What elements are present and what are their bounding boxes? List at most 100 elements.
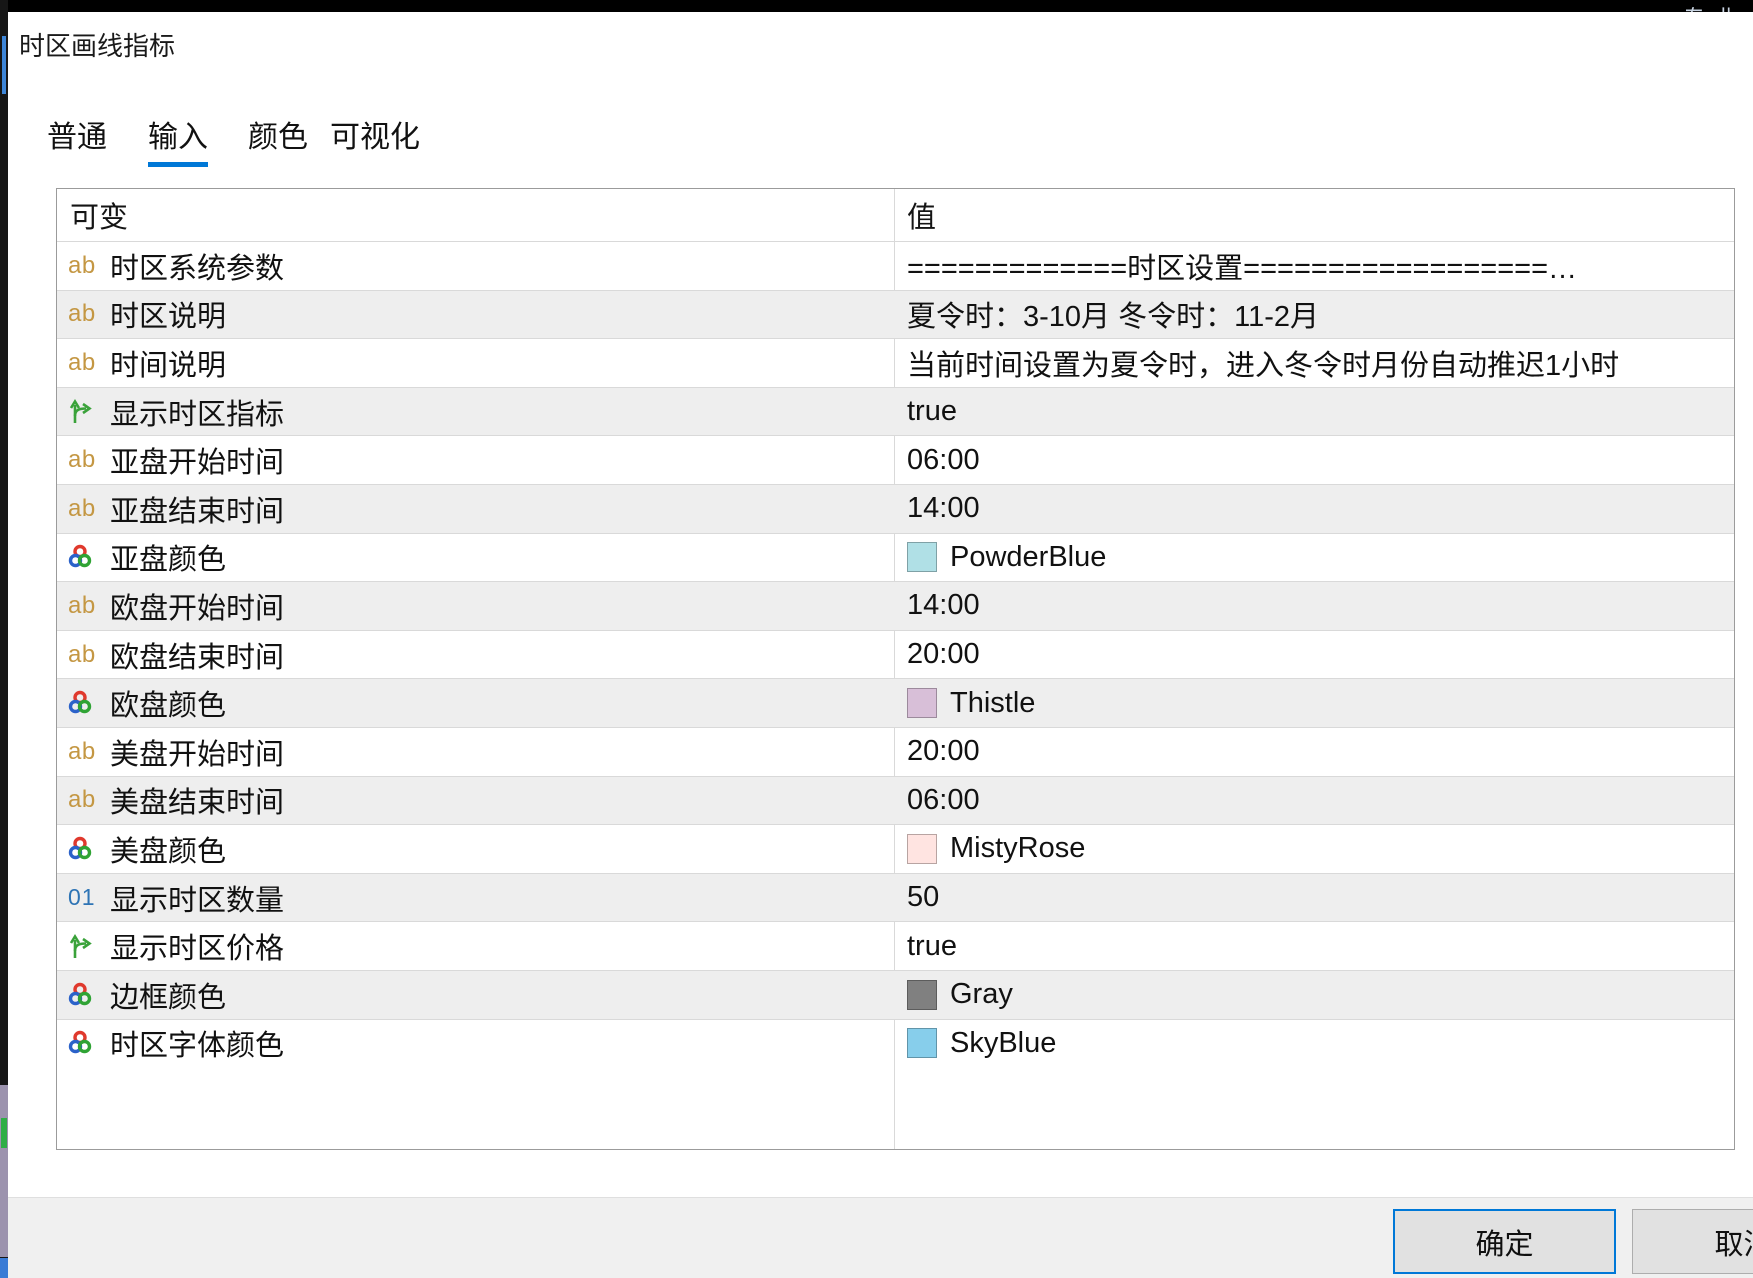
variable-cell: 01显示时区数量 <box>57 874 894 922</box>
background-edge-artifact <box>0 1258 8 1278</box>
boolean-arrow-icon <box>68 933 101 960</box>
color-wheel-icon <box>68 1030 101 1056</box>
color-swatch <box>907 1028 937 1058</box>
table-row[interactable]: ab 时间说明 当前时间设置为夏令时，进入冬令时月份自动推迟1小时 <box>57 338 1734 387</box>
variable-cell: 亚盘颜色 <box>57 534 894 582</box>
table-row[interactable]: ab 欧盘结束时间 20:00 <box>57 630 1734 679</box>
value-cell[interactable]: true <box>894 922 1734 970</box>
color-swatch <box>907 980 937 1010</box>
color-wheel-icon <box>68 836 101 862</box>
param-label: 显示时区价格 <box>110 925 284 967</box>
column-header-variable: 可变 <box>57 194 894 236</box>
param-label: 显示时区指标 <box>110 391 284 433</box>
table-row[interactable]: 显示时区指标 true <box>57 387 1734 436</box>
variable-cell: ab美盘结束时间 <box>57 777 894 825</box>
string-param-icon: ab <box>68 495 101 523</box>
param-value: true <box>907 395 957 428</box>
tab-visualization[interactable]: 可视化 <box>330 112 420 162</box>
value-cell[interactable]: SkyBlue <box>894 1020 1734 1068</box>
param-label: 美盘颜色 <box>110 828 226 870</box>
table-row[interactable]: ab美盘开始时间20:00 <box>57 727 1734 776</box>
string-param-icon: ab <box>68 641 101 669</box>
param-label: 显示时区数量 <box>110 877 284 919</box>
param-label: 欧盘结束时间 <box>110 634 284 676</box>
variable-cell: ab时区说明 <box>57 291 894 339</box>
indicator-settings-dialog: 时区画线指标 普通 输入 颜色 可视化 可变 值 ab 时区系统参数 =======… <box>8 12 1753 1278</box>
tab-colors[interactable]: 颜色 <box>248 112 308 162</box>
table-row[interactable]: 美盘颜色 MistyRose <box>57 824 1734 873</box>
value-cell[interactable]: PowderBlue <box>894 534 1734 582</box>
boolean-arrow-icon <box>68 398 101 425</box>
value-cell[interactable]: =============时区设置==================… <box>894 242 1734 290</box>
table-row[interactable]: 显示时区价格 true <box>57 921 1734 970</box>
table-row[interactable]: ab美盘结束时间 06:00 <box>57 776 1734 825</box>
background-edge-artifact <box>1 1118 7 1148</box>
value-cell[interactable]: 14:00 <box>894 485 1734 533</box>
param-value: SkyBlue <box>950 1027 1056 1060</box>
dialog-title: 时区画线指标 <box>19 26 175 63</box>
param-label: 时间说明 <box>110 342 226 384</box>
table-row[interactable]: 边框颜色Gray <box>57 970 1734 1019</box>
background-app-edge <box>0 0 8 1278</box>
value-cell[interactable]: 20:00 <box>894 728 1734 776</box>
string-param-icon: ab <box>68 300 101 328</box>
param-label: 时区系统参数 <box>110 245 284 287</box>
value-cell[interactable]: 06:00 <box>894 777 1734 825</box>
value-cell[interactable]: 20:00 <box>894 631 1734 679</box>
variable-cell: 欧盘颜色 <box>57 679 894 727</box>
table-row[interactable]: ab时区系统参数=============时区设置===============… <box>57 241 1734 290</box>
table-row[interactable]: ab亚盘结束时间 14:00 <box>57 484 1734 533</box>
table-row[interactable]: 亚盘颜色 PowderBlue <box>57 533 1734 582</box>
param-value: 当前时间设置为夏令时，进入冬令时月份自动推迟1小时 <box>907 342 1619 384</box>
variable-cell: ab亚盘结束时间 <box>57 485 894 533</box>
param-value: 06:00 <box>907 784 980 817</box>
table-row[interactable]: 时区字体颜色 SkyBlue <box>57 1019 1734 1068</box>
param-value: 50 <box>907 881 939 914</box>
string-param-icon: ab <box>68 349 101 377</box>
variable-cell: 显示时区指标 <box>57 388 894 436</box>
table-row[interactable]: 欧盘颜色 Thistle <box>57 678 1734 727</box>
variable-cell: 美盘颜色 <box>57 825 894 873</box>
tab-common[interactable]: 普通 <box>47 112 107 162</box>
param-table-body: ab 时区系统参数 =============时区设置===============… <box>57 241 1734 1067</box>
param-value: Gray <box>950 978 1013 1011</box>
tab-inputs[interactable]: 输入 <box>148 112 208 167</box>
param-value: true <box>907 930 957 963</box>
value-cell[interactable]: 14:00 <box>894 582 1734 630</box>
value-cell[interactable]: Thistle <box>894 679 1734 727</box>
cancel-button[interactable]: 取消 <box>1632 1209 1753 1274</box>
ok-button[interactable]: 确定 <box>1393 1209 1616 1274</box>
table-header-row: 可变 值 <box>57 189 1734 241</box>
param-label: 时区字体颜色 <box>110 1022 284 1064</box>
param-label: 亚盘开始时间 <box>110 439 284 481</box>
variable-cell: 时区字体颜色 <box>57 1020 894 1068</box>
param-value: 06:00 <box>907 444 980 477</box>
value-cell[interactable]: 06:00 <box>894 436 1734 484</box>
color-wheel-icon <box>68 690 101 716</box>
param-value: Thistle <box>950 687 1035 720</box>
param-value: 14:00 <box>907 492 980 525</box>
param-value: 20:00 <box>907 735 980 768</box>
background-app-titlebar: 专业 <box>0 0 1753 12</box>
table-row[interactable]: ab时区说明夏令时：3-10月 冬令时：11-2月 <box>57 290 1734 339</box>
background-edge-artifact <box>2 36 6 94</box>
table-row[interactable]: ab 亚盘开始时间 06:00 <box>57 435 1734 484</box>
variable-cell: ab 时间说明 <box>57 339 894 387</box>
string-param-icon: ab <box>68 446 101 474</box>
value-cell[interactable]: MistyRose <box>894 825 1734 873</box>
value-cell[interactable]: Gray <box>894 971 1734 1019</box>
table-row[interactable]: ab欧盘开始时间14:00 <box>57 581 1734 630</box>
background-edge-artifact <box>0 1085 8 1257</box>
value-cell[interactable]: 夏令时：3-10月 冬令时：11-2月 <box>894 291 1734 339</box>
value-cell[interactable]: true <box>894 388 1734 436</box>
param-value: PowderBlue <box>950 541 1106 574</box>
table-row[interactable]: 01显示时区数量 50 <box>57 873 1734 922</box>
variable-cell: 显示时区价格 <box>57 922 894 970</box>
string-param-icon: ab <box>68 786 101 814</box>
background-app-text-fragment: 专业 <box>1683 1 1747 12</box>
value-cell[interactable]: 当前时间设置为夏令时，进入冬令时月份自动推迟1小时 <box>894 339 1734 387</box>
param-value: 20:00 <box>907 638 980 671</box>
value-cell[interactable]: 50 <box>894 874 1734 922</box>
variable-cell: ab 亚盘开始时间 <box>57 436 894 484</box>
param-label: 欧盘颜色 <box>110 682 226 724</box>
